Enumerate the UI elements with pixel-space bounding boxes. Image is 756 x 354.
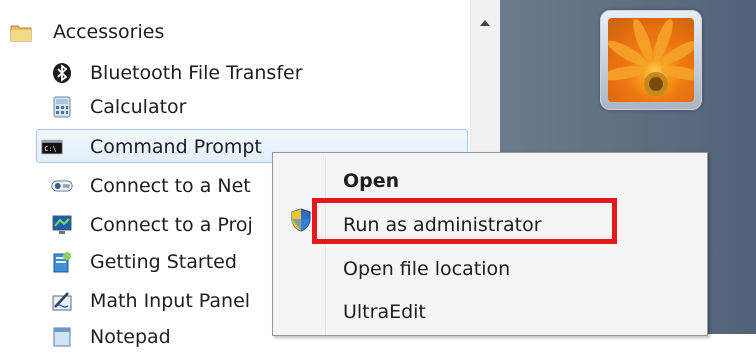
user-picture-frame[interactable] (600, 10, 702, 110)
calculator-icon (53, 96, 71, 118)
bluetooth-icon (53, 63, 71, 83)
list-item-bluetooth-file-transfer[interactable]: Bluetooth File Transfer (0, 56, 470, 90)
folder-icon (10, 25, 32, 42)
context-menu: Open Run as administrator Open file loca… (272, 152, 708, 336)
uac-shield-icon (291, 208, 311, 232)
projector-icon (52, 215, 72, 234)
command-prompt-icon: C:\ (41, 139, 63, 155)
notepad-icon (53, 327, 71, 347)
context-menu-open-file-location[interactable]: Open file location (343, 249, 510, 289)
network-projector-icon (51, 180, 73, 192)
svg-text:C:\: C:\ (44, 145, 56, 153)
context-menu-ultraedit[interactable]: UltraEdit (343, 292, 426, 332)
user-picture-avatar (608, 18, 694, 102)
flower-icon (608, 19, 694, 96)
context-menu-gutter-divider (325, 155, 327, 335)
list-item-accessories[interactable]: Accessories (0, 15, 470, 49)
getting-started-icon (53, 252, 71, 273)
math-input-icon (52, 292, 72, 311)
scroll-up-arrow-icon[interactable] (480, 20, 490, 26)
list-item-calculator[interactable]: Calculator (0, 90, 470, 124)
context-menu-open[interactable]: Open (343, 161, 399, 201)
red-highlight-rectangle (312, 198, 617, 244)
